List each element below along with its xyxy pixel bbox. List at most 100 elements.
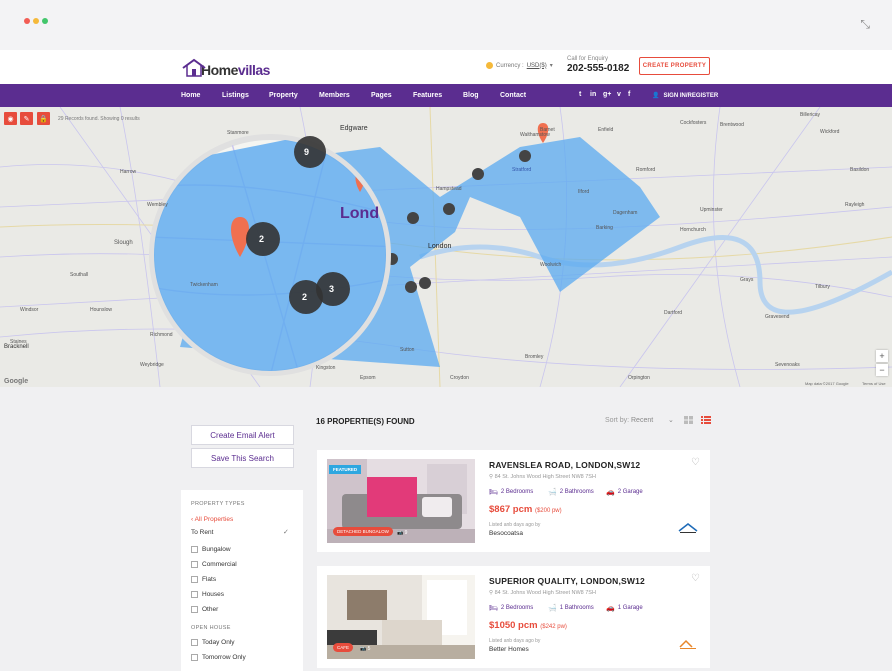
map-place-label: Wickford (820, 129, 840, 135)
bathrooms: 🛁 1 Bathrooms (548, 604, 594, 612)
today-only-checkbox[interactable] (191, 639, 198, 646)
minimize-window-dot[interactable] (33, 18, 39, 24)
vimeo-icon[interactable]: v (617, 91, 621, 98)
featured-badge: FEATURED (329, 465, 362, 474)
other-checkbox[interactable] (191, 606, 198, 613)
map-place-label: Sutton (400, 347, 415, 353)
map-place-label: Cockfosters (680, 120, 707, 126)
map-place-label: Brentwood (720, 122, 744, 128)
agent-logo[interactable] (678, 638, 698, 650)
listing-photo[interactable]: FEATURED DETACHED BUNGALOW 📷 9 (327, 459, 475, 543)
house-logo-icon (182, 58, 206, 77)
favorite-heart-icon[interactable]: ♡ (691, 457, 700, 468)
currency-label: Currency : (496, 62, 524, 69)
bed-icon: 🛏 (489, 605, 498, 612)
twitter-icon[interactable]: t (579, 91, 581, 98)
create-email-alert-button[interactable]: Create Email Alert (191, 425, 294, 445)
main-nav: Home Listings Property Members Pages Fea… (0, 84, 892, 107)
agent-name[interactable]: Better Homes (489, 646, 529, 653)
currency-selector[interactable]: Currency : USD($) ▾ (486, 62, 553, 69)
map-place-label: Croydon (450, 375, 469, 381)
flats-checkbox[interactable] (191, 576, 198, 583)
logo-text-villas: villas (237, 62, 271, 78)
agent-logo[interactable] (678, 522, 698, 534)
houses-checkbox[interactable] (191, 591, 198, 598)
listing-title[interactable]: RAVENSLEA ROAD, LONDON,SW12 (489, 460, 640, 470)
listing-price: $867 pcm ($200 pw) (489, 504, 562, 515)
map-locate-icon[interactable]: ◉ (4, 112, 17, 125)
listing-photo[interactable]: CAFE 📷 5 (327, 575, 475, 659)
map-place-label: Weybridge (140, 362, 164, 368)
google-plus-icon[interactable]: g+ (603, 91, 611, 98)
sort-label: Sort by: (605, 417, 630, 424)
map-place-label: Grays (740, 277, 754, 283)
enquiry-label: Call for Enquiry (567, 56, 609, 62)
bed-icon: 🛏 (489, 489, 498, 496)
property-map[interactable]: 9 2 2 3 Lond London Edgware Barnet Enfie… (0, 107, 892, 387)
cluster-count[interactable]: 2 (259, 234, 264, 244)
agent-name[interactable]: Besocoatsa (489, 530, 523, 537)
map-terms-link[interactable]: Terms of Use (862, 381, 886, 386)
all-properties-link[interactable]: ‹ All Properties (191, 516, 233, 523)
sign-in-link[interactable]: 👤 SIGN IN/REGISTER (652, 92, 718, 100)
nav-blog[interactable]: Blog (463, 92, 479, 99)
bathrooms-value: 1 Bathrooms (559, 605, 594, 611)
linkedin-icon[interactable]: in (590, 91, 596, 98)
map-attribution: Map data ©2017 Google (805, 381, 849, 386)
records-found-text: 29 Records found. Showing 0 results (58, 116, 140, 122)
houses-label: Houses (202, 591, 225, 598)
phone-number[interactable]: 202-555-0182 (567, 63, 629, 74)
create-property-button[interactable]: CREATE PROPERTY (639, 57, 710, 75)
nav-pages[interactable]: Pages (371, 92, 392, 99)
nav-listings[interactable]: Listings (222, 92, 249, 99)
zoom-in-button[interactable]: + (876, 350, 888, 362)
listing-card[interactable]: FEATURED DETACHED BUNGALOW 📷 9 RAVENSLEA… (317, 450, 710, 552)
close-window-dot[interactable] (24, 18, 30, 24)
listing-address: ⚲ 84 St. Johns Wood High Street NW8 7SH (489, 474, 596, 480)
nav-home[interactable]: Home (181, 92, 200, 99)
to-rent-filter[interactable]: To Rent (191, 529, 213, 536)
photo-count-value: 5 (367, 646, 371, 652)
map-place-label: Upminster (700, 207, 723, 213)
zoom-out-button[interactable]: − (876, 364, 888, 376)
nav-property[interactable]: Property (269, 92, 298, 99)
facebook-icon[interactable]: f (628, 91, 630, 98)
sort-select[interactable]: Recent (631, 417, 653, 424)
map-place-label: Harrow (120, 169, 137, 175)
expand-icon[interactable]: ⤡ (860, 17, 870, 32)
filter-panel: PROPERTY TYPES ‹ All Properties To Rent … (181, 490, 303, 671)
map-place-label: Ilford (578, 189, 590, 195)
commercial-checkbox[interactable] (191, 561, 198, 568)
map-place-label: Woolwich (540, 262, 562, 268)
list-view-icon[interactable] (701, 416, 711, 424)
bathrooms: 🛁 2 Bathrooms (548, 488, 594, 496)
map-lock-icon[interactable]: 🔒 (37, 112, 50, 125)
cluster-count[interactable]: 2 (302, 292, 307, 302)
tomorrow-only-checkbox[interactable] (191, 654, 198, 661)
logo[interactable]: Homevillas (181, 56, 270, 78)
favorite-heart-icon[interactable]: ♡ (691, 573, 700, 584)
nav-members[interactable]: Members (319, 92, 350, 99)
cluster-count[interactable]: 3 (329, 284, 334, 294)
listing-title[interactable]: SUPERIOR QUALITY, LONDON,SW12 (489, 576, 645, 586)
map-place-label: Wembley (147, 202, 168, 208)
bungalow-checkbox[interactable] (191, 546, 198, 553)
checkmark-icon: ✓ (283, 529, 289, 536)
nav-contact[interactable]: Contact (500, 92, 526, 99)
google-logo: Google (4, 378, 29, 385)
maximize-window-dot[interactable] (42, 18, 48, 24)
map-city-label-zoomed: Lond (340, 205, 380, 222)
listing-card[interactable]: CAFE 📷 5 SUPERIOR QUALITY, LONDON,SW12 ⚲… (317, 566, 710, 668)
save-search-button[interactable]: Save This Search (191, 448, 294, 468)
photo-count: 📷 9 (397, 530, 407, 536)
logo-text: Homevillas (201, 62, 270, 78)
nav-features[interactable]: Features (413, 92, 442, 99)
cluster-count[interactable]: 9 (304, 147, 309, 157)
chevron-down-icon[interactable]: ⌄ (668, 416, 674, 424)
garage-value: 2 Garage (617, 489, 643, 495)
map-place-label: Epsom (360, 375, 376, 381)
grid-view-icon[interactable] (684, 416, 693, 424)
map-place-label: Dartford (664, 310, 683, 316)
map-draw-icon[interactable]: ✎ (20, 112, 33, 125)
bath-icon: 🛁 (548, 605, 557, 612)
